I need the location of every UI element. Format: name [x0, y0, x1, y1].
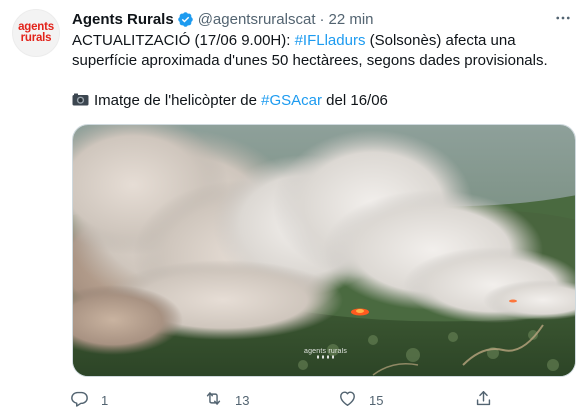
- tweet-text: ACTUALITZACIÓ (17/06 9.00H): #IFLladurs …: [72, 31, 572, 111]
- retweet-icon: [204, 389, 223, 411]
- watermark-bars-icon: [316, 355, 334, 359]
- tweet-text-line: superfície aproximada d'unes 50 hectàree…: [72, 52, 548, 69]
- tweet-text-line: ACTUALITZACIÓ (17/06 9.00H): #IFLladurs …: [72, 31, 572, 51]
- retweet-count: 13: [235, 392, 250, 408]
- share-icon: [474, 389, 493, 411]
- share-button[interactable]: [474, 389, 493, 411]
- tweet-text-line: Imatge de l'helicòpter de #GSAcar del 16…: [72, 91, 572, 111]
- author-handle[interactable]: @agentsruralscat: [198, 11, 316, 28]
- tweet-text-segment: ACTUALITZACIÓ (17/06 9.00H):: [72, 32, 295, 49]
- separator-dot: ·: [319, 10, 325, 28]
- retweet-button[interactable]: 13: [204, 389, 249, 411]
- reply-button[interactable]: 1: [70, 389, 108, 411]
- hashtag-link[interactable]: #IFLladurs: [295, 32, 366, 49]
- tweet-text-segment: del 16/06: [322, 92, 388, 109]
- more-icon[interactable]: [553, 8, 573, 28]
- verified-badge-icon: [177, 11, 194, 28]
- photo-watermark: agents rurals: [304, 348, 347, 359]
- author-name[interactable]: Agents Rurals: [72, 11, 174, 28]
- reply-count: 1: [101, 392, 109, 408]
- hashtag-link[interactable]: #GSAcar: [261, 92, 322, 109]
- like-button[interactable]: 15: [338, 389, 383, 411]
- timestamp[interactable]: 22 min: [328, 11, 373, 28]
- tweet-text-segment: (Solsonès) afecta una: [365, 32, 516, 49]
- avatar[interactable]: agents rurals: [12, 9, 60, 57]
- wildfire-aerial-photo: [73, 125, 575, 376]
- avatar-text-line2: rurals: [20, 32, 52, 44]
- tweet-photo[interactable]: agents rurals: [72, 124, 576, 377]
- watermark-text: agents rurals: [304, 348, 348, 355]
- camera-icon: [72, 92, 89, 106]
- reply-icon: [70, 389, 89, 411]
- tweet-actions: 1 13 15: [70, 389, 510, 411]
- like-icon: [338, 389, 357, 411]
- like-count: 15: [369, 392, 384, 408]
- tweet-header: Agents Rurals @agentsruralscat · 22 min: [72, 9, 374, 29]
- tweet-text-segment: Imatge de l'helicòpter de: [94, 92, 262, 109]
